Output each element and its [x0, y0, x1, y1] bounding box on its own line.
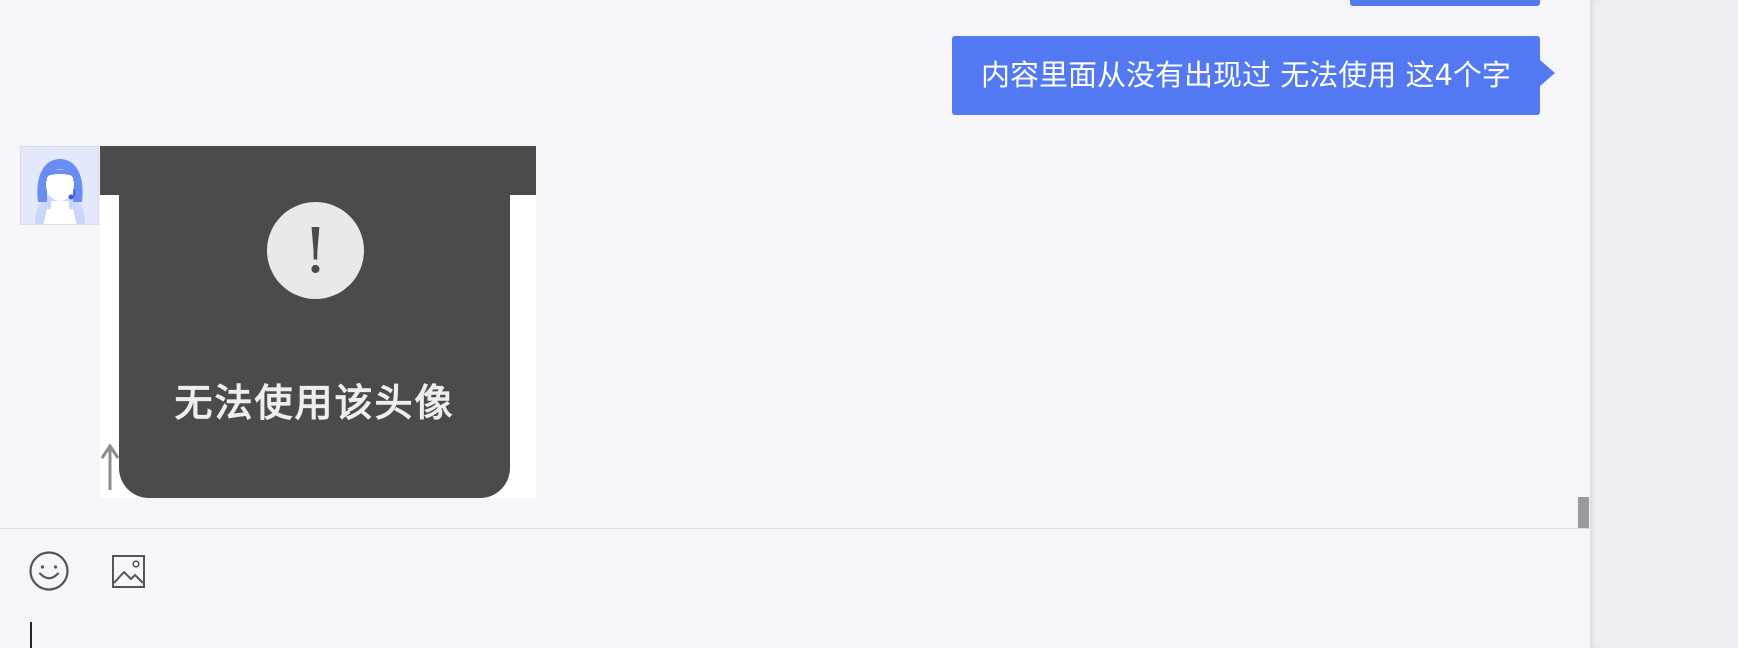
warning-icon: !: [267, 202, 364, 299]
smiley-face-icon: [29, 551, 69, 591]
chat-app: 内容里面从没有出现过 无法使用 这4个字 ! 无法使用该头像: [0, 0, 1738, 648]
chat-panel: 内容里面从没有出现过 无法使用 这4个字 ! 无法使用该头像: [0, 0, 1590, 648]
composer-toolbar: [0, 529, 1590, 609]
send-image-button[interactable]: [107, 549, 151, 593]
message-input[interactable]: [28, 618, 1568, 648]
message-list[interactable]: 内容里面从没有出现过 无法使用 这4个字 ! 无法使用该头像: [0, 0, 1590, 528]
agent-avatar: [20, 146, 99, 225]
picture-icon: [112, 555, 145, 588]
emoji-button[interactable]: [27, 549, 71, 593]
image-caption: 无法使用该头像: [174, 381, 455, 425]
sent-message-text: 内容里面从没有出现过 无法使用 这4个字: [981, 58, 1511, 92]
up-arrow-icon: [100, 443, 120, 490]
image-warning-card: ! 无法使用该头像: [119, 146, 510, 498]
received-image-message[interactable]: ! 无法使用该头像: [100, 146, 536, 498]
right-side-gutter: [1590, 0, 1738, 648]
text-caret: [30, 622, 32, 648]
scrollbar-thumb[interactable]: [1578, 497, 1589, 528]
previous-sent-bubble: [1350, 0, 1540, 6]
agent-avatar-icon: [21, 147, 98, 224]
warning-exclamation: !: [303, 214, 328, 287]
sent-message-bubble: 内容里面从没有出现过 无法使用 这4个字: [952, 36, 1555, 115]
